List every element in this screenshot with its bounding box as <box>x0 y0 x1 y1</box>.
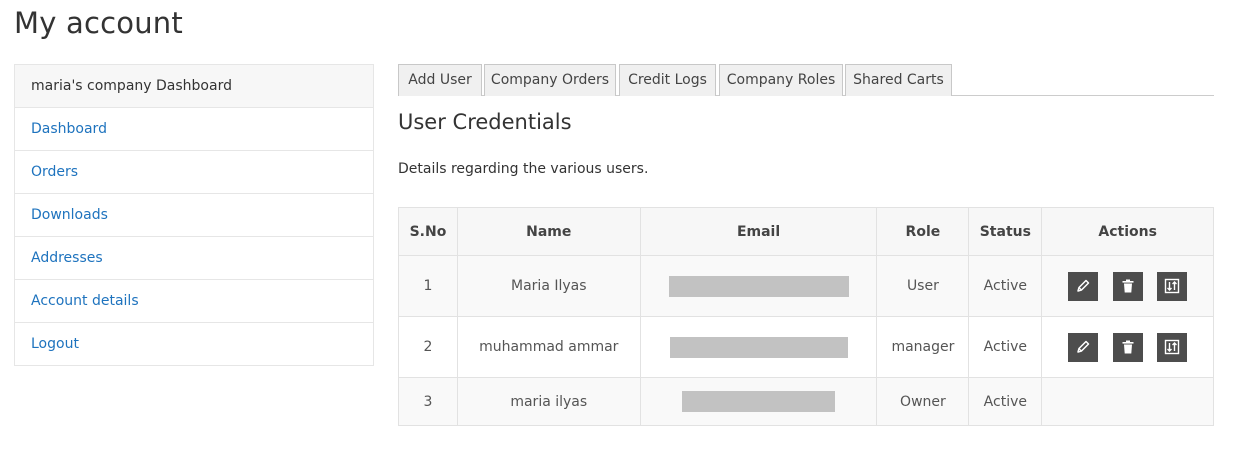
account-sidebar: maria's company Dashboard Dashboard Orde… <box>14 64 374 366</box>
swap-icon <box>1164 339 1180 354</box>
table-row: 1 Maria Ilyas User Active <box>398 255 1214 317</box>
users-table: S.No Name Email Role Status Actions 1 Ma… <box>398 207 1214 426</box>
cell-actions <box>1041 377 1214 426</box>
cell-status: Active <box>968 316 1043 378</box>
swap-icon <box>1164 278 1180 293</box>
delete-user-button[interactable] <box>1112 271 1143 301</box>
cell-role: manager <box>876 316 970 378</box>
tab-company-orders[interactable]: Company Orders <box>484 64 616 96</box>
sidebar-header: maria's company Dashboard <box>15 65 373 108</box>
edit-user-button[interactable] <box>1068 332 1099 362</box>
page-title: My account <box>14 6 183 40</box>
table-header-row: S.No Name Email Role Status Actions <box>398 207 1214 256</box>
section-description: Details regarding the various users. <box>398 161 649 177</box>
cell-status: Active <box>968 255 1043 317</box>
trash-icon <box>1122 279 1134 292</box>
column-header-status: Status <box>968 207 1043 256</box>
tab-company-roles[interactable]: Company Roles <box>719 64 843 96</box>
section-title: User Credentials <box>398 110 572 134</box>
cell-sno: 2 <box>398 316 458 378</box>
cell-name: muhammad ammar <box>456 316 641 378</box>
table-row: 3 maria ilyas Owner Active <box>398 377 1214 426</box>
redacted-email <box>669 336 848 358</box>
sidebar-item-dashboard[interactable]: Dashboard <box>15 108 373 151</box>
sidebar-item-downloads[interactable]: Downloads <box>15 194 373 237</box>
sidebar-item-addresses[interactable]: Addresses <box>15 237 373 280</box>
tab-credit-logs[interactable]: Credit Logs <box>619 64 716 96</box>
cell-name: maria ilyas <box>456 377 641 426</box>
sidebar-item-account-details[interactable]: Account details <box>15 280 373 323</box>
tab-shared-carts[interactable]: Shared Carts <box>845 64 952 96</box>
cell-sno: 3 <box>398 377 458 426</box>
cell-role: Owner <box>876 377 970 426</box>
tab-add-user[interactable]: Add User <box>398 64 482 96</box>
edit-icon <box>1077 279 1090 292</box>
redacted-email <box>682 391 836 412</box>
cell-email <box>639 377 878 426</box>
cell-role: User <box>876 255 970 317</box>
cell-actions <box>1041 316 1214 378</box>
redacted-email <box>668 275 849 297</box>
cell-sno: 1 <box>398 255 458 317</box>
column-header-role: Role <box>876 207 970 256</box>
cell-email <box>639 316 878 378</box>
change-role-button[interactable] <box>1157 332 1188 362</box>
change-role-button[interactable] <box>1157 271 1188 301</box>
cell-actions <box>1041 255 1214 317</box>
delete-user-button[interactable] <box>1112 332 1143 362</box>
trash-icon <box>1122 340 1134 353</box>
edit-user-button[interactable] <box>1068 271 1099 301</box>
cell-status: Active <box>968 377 1043 426</box>
cell-name: Maria Ilyas <box>456 255 641 317</box>
column-header-name: Name <box>456 207 641 256</box>
sidebar-item-orders[interactable]: Orders <box>15 151 373 194</box>
column-header-email: Email <box>639 207 878 256</box>
edit-icon <box>1077 340 1090 353</box>
tab-bar: Add User Company Orders Credit Logs Comp… <box>398 64 1214 96</box>
sidebar-item-logout[interactable]: Logout <box>15 323 373 365</box>
cell-email <box>639 255 878 317</box>
column-header-actions: Actions <box>1041 207 1214 256</box>
column-header-sno: S.No <box>398 207 458 256</box>
table-row: 2 muhammad ammar manager Active <box>398 316 1214 378</box>
